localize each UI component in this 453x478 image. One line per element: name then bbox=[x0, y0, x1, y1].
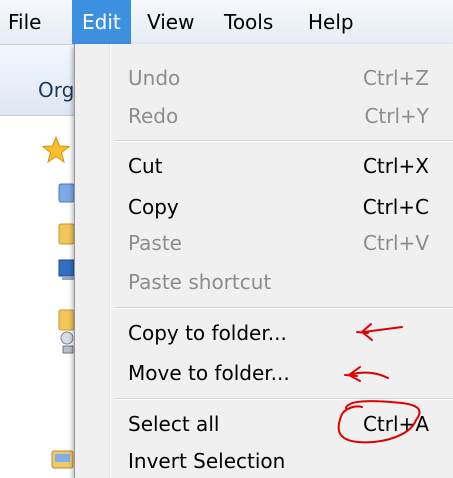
menu-item-label: Paste bbox=[128, 231, 182, 255]
menu-item-undo[interactable]: Undo Ctrl+Z bbox=[75, 61, 453, 95]
menu-item-redo[interactable]: Redo Ctrl+Y bbox=[75, 99, 453, 133]
menu-item-label: Invert Selection bbox=[128, 449, 286, 473]
menu-item-label: Move to folder... bbox=[128, 361, 290, 385]
menu-separator bbox=[116, 140, 453, 142]
menu-item-shortcut: Ctrl+A bbox=[362, 412, 429, 436]
menu-item-label: Cut bbox=[128, 154, 163, 178]
menu-item-move-to-folder[interactable]: Move to folder... bbox=[75, 356, 453, 390]
navigation-pane bbox=[0, 116, 74, 478]
folder-icon[interactable] bbox=[58, 308, 74, 332]
menu-file[interactable]: File bbox=[8, 0, 41, 44]
menu-item-copy-to-folder[interactable]: Copy to folder... bbox=[75, 316, 453, 350]
menu-item-shortcut: Ctrl+V bbox=[362, 231, 429, 255]
menu-item-label: Redo bbox=[128, 104, 179, 128]
menu-item-paste-shortcut[interactable]: Paste shortcut bbox=[75, 265, 453, 299]
menu-item-cut[interactable]: Cut Ctrl+X bbox=[75, 149, 453, 183]
menu-tools[interactable]: Tools bbox=[224, 0, 273, 44]
menu-separator bbox=[116, 307, 453, 309]
menu-item-paste[interactable]: Paste Ctrl+V bbox=[75, 226, 453, 260]
folder-icon[interactable] bbox=[58, 222, 74, 246]
menu-item-shortcut: Ctrl+C bbox=[362, 195, 429, 219]
edit-menu-dropdown: Undo Ctrl+Z Redo Ctrl+Y Cut Ctrl+X Copy … bbox=[74, 44, 453, 478]
menu-bar: File Edit View Tools Help bbox=[0, 0, 453, 45]
menu-help[interactable]: Help bbox=[308, 0, 354, 44]
network-icon[interactable] bbox=[58, 330, 74, 356]
computer-icon[interactable] bbox=[58, 258, 74, 282]
menu-item-shortcut: Ctrl+Y bbox=[364, 104, 429, 128]
menu-view[interactable]: View bbox=[147, 0, 194, 44]
menu-item-label: Select all bbox=[128, 412, 220, 436]
menu-item-select-all[interactable]: Select all Ctrl+A bbox=[75, 407, 453, 441]
organize-button[interactable]: Organize bbox=[38, 78, 74, 102]
menu-item-label: Undo bbox=[128, 66, 181, 90]
menu-item-copy[interactable]: Copy Ctrl+C bbox=[75, 190, 453, 224]
menu-item-label: Copy bbox=[128, 195, 179, 219]
desktop-icon[interactable] bbox=[58, 182, 74, 204]
menu-item-invert-selection[interactable]: Invert Selection bbox=[75, 444, 453, 478]
libraries-icon[interactable] bbox=[50, 446, 74, 470]
menu-item-label: Paste shortcut bbox=[128, 270, 272, 294]
menu-item-shortcut: Ctrl+Z bbox=[362, 66, 429, 90]
favorites-star-icon[interactable] bbox=[42, 136, 70, 164]
menu-item-shortcut: Ctrl+X bbox=[362, 154, 429, 178]
menu-item-label: Copy to folder... bbox=[128, 321, 287, 345]
menu-separator bbox=[116, 398, 453, 400]
menu-edit[interactable]: Edit bbox=[72, 0, 131, 44]
